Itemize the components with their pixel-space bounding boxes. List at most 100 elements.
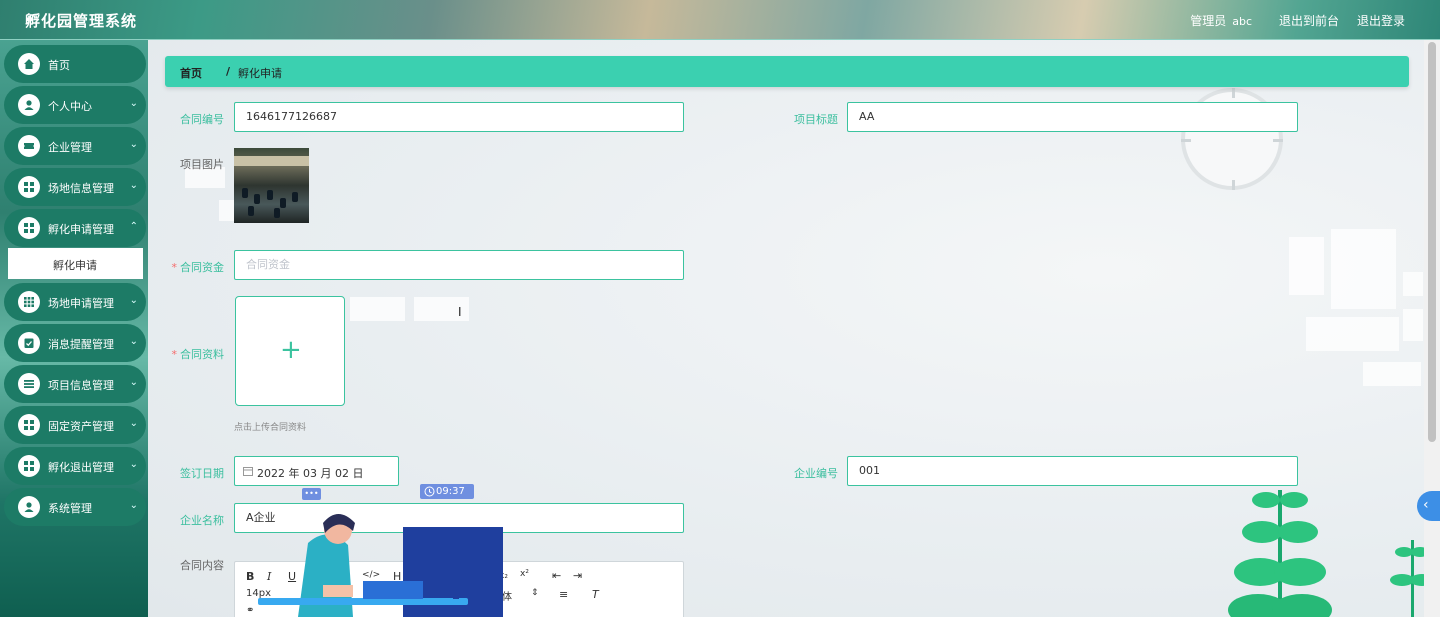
underline-button[interactable]: U: [288, 570, 296, 583]
logout-link[interactable]: 退出登录: [1357, 12, 1405, 29]
sidebar-item-message[interactable]: 消息提醒管理 ⌄: [4, 324, 146, 362]
sidebar-item-site-apply[interactable]: 场地申请管理 ⌄: [4, 283, 146, 321]
list-icon: [18, 373, 40, 395]
sidebar-item-system[interactable]: 系统管理 ⌄: [4, 488, 146, 526]
collapse-button[interactable]: ‹: [1417, 491, 1440, 521]
background-decoration: [1306, 317, 1399, 351]
h2-button[interactable]: H: [413, 570, 421, 583]
project-image[interactable]: [234, 148, 309, 223]
back-to-front-link[interactable]: 退出到前台: [1279, 12, 1339, 29]
sign-date-value: 2022 年 03 月 02 日: [257, 467, 364, 480]
scrollbar-thumb[interactable]: [1428, 42, 1436, 442]
background-decoration: [1403, 272, 1423, 296]
chevron-left-icon: ‹: [1423, 497, 1429, 513]
contract-funds-label-text: 合同资金: [180, 261, 224, 274]
sidebar-item-label: 场地申请管理: [48, 297, 114, 310]
breadcrumb-home[interactable]: 首页: [180, 65, 202, 81]
chevron-up-icon: ⌃: [129, 221, 138, 232]
breadcrumb: 首页 / 孵化申请: [165, 56, 1409, 87]
font-family-select[interactable]: 标准字体: [472, 588, 512, 603]
sidebar-item-label: 个人中心: [48, 100, 92, 113]
grid-icon: [18, 455, 40, 477]
chevron-down-icon: ⌄: [129, 377, 138, 388]
strike-button[interactable]: S: [309, 570, 316, 583]
sidebar-item-project-info[interactable]: 项目信息管理 ⌄: [4, 365, 146, 403]
required-mark: *: [171, 261, 178, 274]
grid-icon: [18, 414, 40, 436]
plant-decoration: [1228, 490, 1424, 617]
apps-icon: [18, 291, 40, 313]
sidebar-item-home[interactable]: 首页: [4, 45, 146, 83]
top-bar: 孵化园管理系统 管理员 abc 退出到前台 退出登录: [0, 0, 1440, 40]
sidebar-item-label: 企业管理: [48, 141, 92, 154]
chevron-down-icon: ⌄: [129, 295, 138, 306]
align-icon[interactable]: ≡: [559, 588, 568, 601]
background-color-button[interactable]: A: [434, 588, 446, 601]
plus-icon: +: [280, 335, 302, 365]
sidebar-subitem-incubation-apply[interactable]: 孵化申请: [8, 248, 143, 279]
contract-docs-label-text: 合同资料: [180, 348, 224, 361]
contract-funds-input[interactable]: 合同资金: [234, 250, 684, 280]
scrollbar[interactable]: [1424, 40, 1440, 617]
text-type-select[interactable]: 文本: [331, 588, 351, 603]
sidebar-item-personal-center[interactable]: 个人中心 ⌄: [4, 86, 146, 124]
user-icon: [18, 496, 40, 518]
time-badge: 09:37: [420, 484, 474, 499]
sidebar-item-fixed-assets[interactable]: 固定资产管理 ⌄: [4, 406, 146, 444]
company-name-label: 企业名称: [180, 514, 224, 527]
company-name-input[interactable]: A企业: [234, 503, 684, 533]
sidebar-item-label: 消息提醒管理: [48, 338, 114, 351]
user-name: abc: [1232, 15, 1252, 28]
breadcrumb-separator: /: [226, 65, 231, 78]
indent-icon[interactable]: ⇥: [573, 569, 582, 582]
sidebar-item-company[interactable]: 企业管理 ⌄: [4, 127, 146, 165]
project-title-input[interactable]: AA: [847, 102, 1298, 132]
contract-content-label: 合同内容: [180, 559, 224, 572]
user-icon: [18, 94, 40, 116]
required-mark: *: [171, 348, 178, 361]
main-content: 首页 / 孵化申请 合同编号 1646177126687 项目标题 AA 项目图…: [148, 40, 1424, 617]
chat-dots-badge: •••: [302, 488, 321, 500]
h1-button[interactable]: H: [393, 570, 401, 583]
chevron-down-icon: ⌄: [129, 459, 138, 470]
sidebar-item-label: 项目信息管理: [48, 379, 114, 392]
font-size-select[interactable]: 14px: [246, 588, 271, 599]
sidebar-item-incubation-exit[interactable]: 孵化退出管理 ⌄: [4, 447, 146, 485]
upload-box[interactable]: +: [235, 296, 345, 406]
chevron-down-icon: ⌄: [129, 180, 138, 191]
contract-docs-label: * 合同资料: [148, 346, 225, 362]
contract-number-input[interactable]: 1646177126687: [234, 102, 684, 132]
breadcrumb-current: 孵化申请: [238, 67, 282, 80]
outdent-icon[interactable]: ⇤: [552, 569, 561, 582]
sidebar-item-label: 场地信息管理: [48, 182, 114, 195]
font-color-button[interactable]: A: [415, 588, 424, 601]
ordered-list-button[interactable]: ≡: [450, 570, 459, 583]
background-decoration: [350, 297, 405, 321]
clear-format-icon[interactable]: T: [592, 588, 599, 601]
home-icon: [18, 53, 40, 75]
contract-number-label: 合同编号: [180, 113, 224, 126]
sidebar: 首页 个人中心 ⌄ 企业管理 ⌄ 场地信息管理 ⌄ 孵化申请管理 ⌃ 孵化申请 …: [0, 40, 148, 617]
rich-text-editor[interactable]: B I U S ” </> H H ≡ x₂ x² ⇤ ⇥ 14px 文本 ⇕ …: [234, 561, 684, 617]
sidebar-item-site-info[interactable]: 场地信息管理 ⌄: [4, 168, 146, 206]
quote-button[interactable]: ”: [340, 569, 347, 582]
sidebar-item-label: 固定资产管理: [48, 420, 114, 433]
chevron-down-icon: ⌄: [129, 98, 138, 109]
background-decoration: [1331, 229, 1396, 309]
project-title-label: 项目标题: [794, 113, 838, 126]
sign-date-label: 签订日期: [180, 467, 224, 480]
superscript-button[interactable]: x²: [520, 569, 529, 579]
bold-button[interactable]: B: [246, 570, 254, 583]
user-role: 管理员: [1190, 14, 1227, 28]
italic-button[interactable]: I: [267, 570, 271, 583]
select-arrows-icon: ⇕: [385, 588, 393, 598]
subscript-button[interactable]: x₂: [499, 571, 508, 581]
link-icon[interactable]: ⚭: [246, 605, 254, 616]
time-badge-text: 09:37: [436, 486, 465, 497]
sidebar-item-incubation-apply[interactable]: 孵化申请管理 ⌃: [4, 209, 146, 247]
calendar-icon: [243, 467, 253, 476]
code-button[interactable]: </>: [362, 570, 380, 580]
chevron-down-icon: ⌄: [129, 418, 138, 429]
sidebar-item-label: 孵化申请管理: [48, 223, 114, 236]
sign-date-picker[interactable]: 2022 年 03 月 02 日: [234, 456, 399, 486]
